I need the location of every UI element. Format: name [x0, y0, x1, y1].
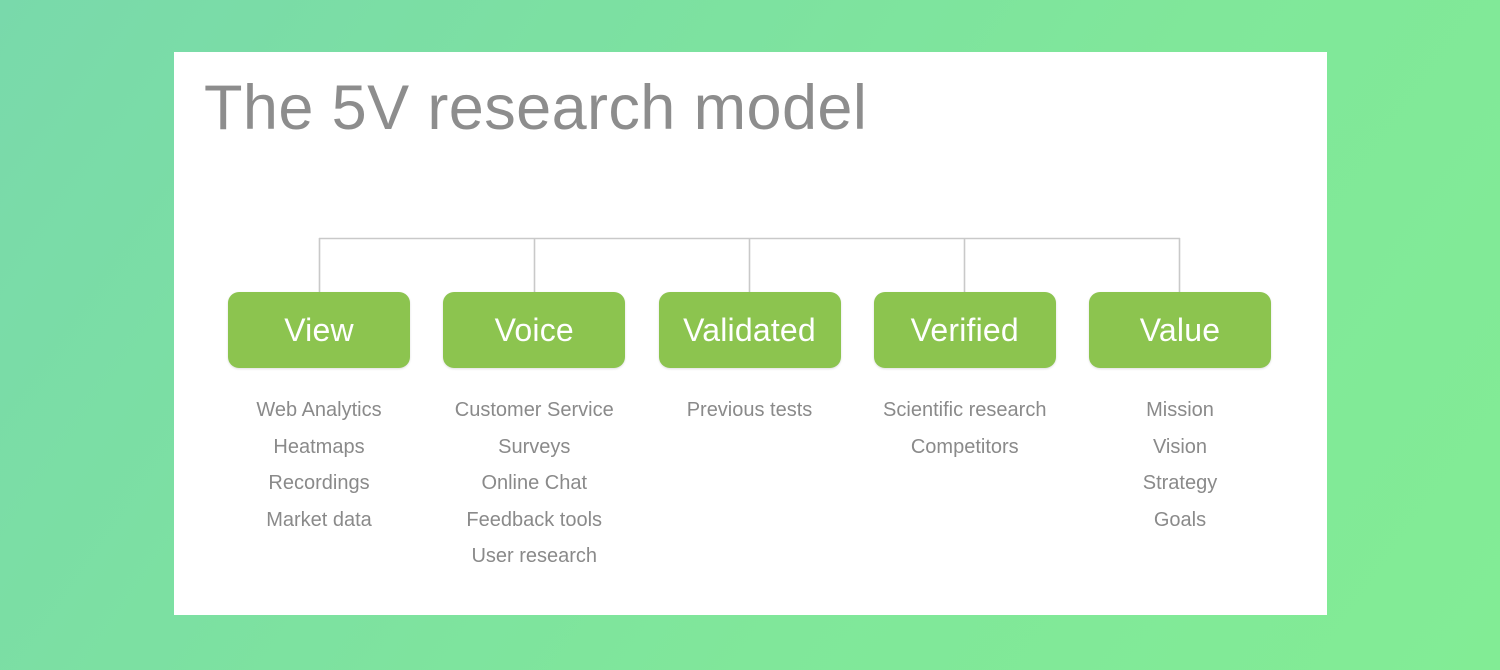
list-item: Scientific research: [883, 399, 1047, 421]
diagram-column-voice: Voice Customer Service Surveys Online Ch…: [443, 292, 626, 575]
list-item: Competitors: [910, 435, 1019, 458]
list-item: Market data: [266, 508, 372, 531]
list-item: Customer Service: [454, 399, 614, 421]
node-label: Value: [1139, 311, 1221, 348]
diagram-column-verified: Verified Scientific research Competitors: [873, 292, 1056, 465]
list-item: Web Analytics: [256, 399, 382, 421]
list-item: Online Chat: [481, 472, 588, 494]
item-list-value: Mission Vision Strategy Goals: [1075, 392, 1285, 538]
diagram-columns: View Web Analytics Heatmaps Recordings M…: [228, 292, 1271, 575]
list-item: Strategy: [1142, 472, 1218, 494]
item-list-verified: Scientific research Competitors: [860, 392, 1070, 465]
five-v-diagram: View Web Analytics Heatmaps Recordings M…: [174, 52, 1327, 615]
node-label: Voice: [494, 311, 574, 348]
node-validated[interactable]: Validated: [658, 292, 841, 368]
diagram-column-validated: Validated Previous tests: [658, 292, 841, 429]
list-item: Heatmaps: [273, 435, 365, 458]
item-list-validated: Previous tests: [645, 392, 855, 429]
node-label: View: [284, 311, 354, 348]
list-item: Mission: [1146, 399, 1214, 421]
item-list-view: Web Analytics Heatmaps Recordings Market…: [214, 392, 424, 538]
node-value[interactable]: Value: [1089, 292, 1271, 368]
diagram-column-view: View Web Analytics Heatmaps Recordings M…: [228, 292, 410, 538]
list-item: User research: [471, 545, 598, 567]
node-voice[interactable]: Voice: [443, 292, 626, 368]
list-item: Previous tests: [686, 399, 813, 421]
list-item: Feedback tools: [466, 508, 603, 531]
list-item: Vision: [1152, 435, 1208, 458]
list-item: Recordings: [268, 472, 370, 494]
node-view[interactable]: View: [228, 292, 410, 368]
content-card: The 5V research model View Web Analytics…: [174, 52, 1327, 615]
node-verified[interactable]: Verified: [873, 292, 1056, 368]
diagram-column-value: Value Mission Vision Strategy Goals: [1089, 292, 1271, 538]
item-list-voice: Customer Service Surveys Online Chat Fee…: [429, 392, 639, 575]
node-label: Validated: [683, 311, 816, 348]
node-label: Verified: [910, 311, 1019, 348]
list-item: Goals: [1153, 508, 1207, 531]
list-item: Surveys: [498, 435, 571, 458]
slide-canvas: The 5V research model View Web Analytics…: [0, 0, 1500, 670]
